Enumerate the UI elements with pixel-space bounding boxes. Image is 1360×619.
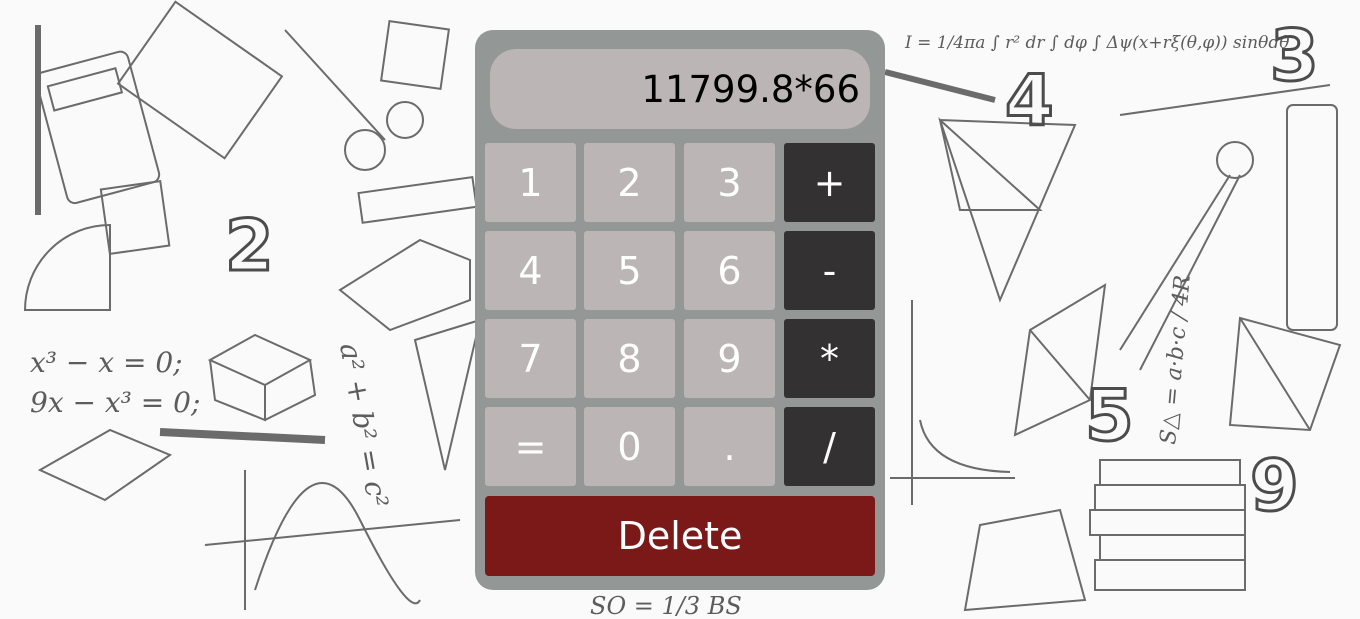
digit-2-doodle: 2 (225, 205, 274, 287)
key-9-button[interactable]: 9 (684, 319, 775, 398)
multiply-button[interactable]: * (784, 319, 875, 398)
frustum-doodle-icon (963, 508, 1087, 612)
calculator-display: 11799.8*66 (490, 49, 870, 129)
equation-2-text: 9x − x³ = 0; (30, 386, 200, 419)
cone-doodle-icon (413, 318, 482, 471)
cube-doodle-icon (207, 333, 317, 422)
digit-9-doodle: 9 (1250, 445, 1299, 527)
equals-button[interactable]: = (485, 407, 576, 486)
formula-top-text: I = 1/4πa ∫ r² dr ∫ dφ ∫ Δψ(x+rξ(θ,φ)) s… (904, 33, 1289, 53)
key-4-button[interactable]: 4 (485, 231, 576, 310)
divide-button[interactable]: / (784, 407, 875, 486)
digit-3-doodle: 3 (1270, 15, 1319, 97)
triangle-area-formula-text: S△ = a·b·c / 4R (1156, 274, 1196, 445)
key-1-button[interactable]: 1 (485, 143, 576, 222)
abacus-doodle-icon (116, 0, 284, 160)
hole-punch-doodle-icon (338, 238, 471, 332)
marker-doodle-icon (1286, 104, 1338, 331)
key-0-button[interactable]: 0 (584, 407, 675, 486)
subtract-button[interactable]: - (784, 231, 875, 310)
compass-doodle-icon (1216, 141, 1254, 179)
key-3-button[interactable]: 3 (684, 143, 775, 222)
protractor-doodle-icon (23, 223, 111, 311)
ruler-doodle-icon (357, 175, 478, 224)
scissors-doodle-icon (344, 129, 386, 171)
key-7-button[interactable]: 7 (485, 319, 576, 398)
key-5-button[interactable]: 5 (584, 231, 675, 310)
triangle-doodle-icon (938, 117, 1077, 303)
bottom-formula-text: SO = 1/3 BS (590, 592, 742, 619)
key-2-button[interactable]: 2 (584, 143, 675, 222)
sticky-note-doodle-icon (379, 19, 451, 91)
pythagoras-formula-text: a² + b² = c² (333, 340, 394, 510)
equation-1-text: x³ − x = 0; (30, 346, 183, 379)
calculator-panel: 11799.8*66 1 2 3 + 4 5 6 - 7 8 9 * = 0 .… (475, 30, 885, 590)
pyramid-doodle-icon (1228, 316, 1342, 432)
decimal-point-button[interactable]: . (684, 407, 775, 486)
books-doodle-icon (1099, 459, 1241, 486)
delete-button[interactable]: Delete (485, 496, 875, 576)
graduation-cap-doodle-icon (37, 428, 173, 502)
digit-5-doodle: 5 (1085, 375, 1134, 457)
key-6-button[interactable]: 6 (684, 231, 775, 310)
digit-4-doodle: 4 (1005, 60, 1054, 142)
add-button[interactable]: + (784, 143, 875, 222)
key-8-button[interactable]: 8 (584, 319, 675, 398)
